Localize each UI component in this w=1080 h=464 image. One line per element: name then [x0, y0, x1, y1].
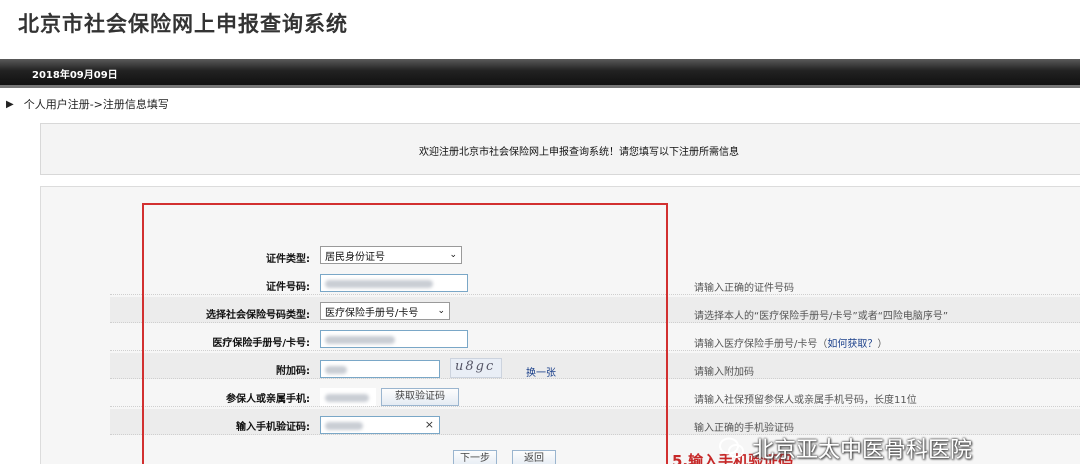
sms-code-label: 输入手机验证码: — [236, 422, 310, 433]
current-date: 2018年09月09日 — [32, 70, 118, 81]
watermark: 北京亚太中医骨科医院 — [718, 432, 972, 464]
captcha-label: 附加码: — [276, 366, 310, 377]
how-to-obtain-link[interactable]: 如何获取？ — [827, 339, 877, 350]
id-type-value: 居民身份证号 — [325, 251, 385, 263]
watermark-text: 北京亚太中医骨科医院 — [752, 438, 973, 463]
redacted-value — [325, 394, 369, 402]
chevron-down-icon: ⌄ — [449, 250, 457, 260]
close-icon[interactable]: × — [425, 418, 434, 431]
redacted-value — [325, 280, 433, 288]
id-type-label: 证件类型: — [266, 254, 310, 265]
welcome-box: 欢迎注册北京市社会保险网上申报查询系统！请您填写以下注册所需信息 — [40, 123, 1080, 175]
redacted-value — [325, 422, 363, 430]
insurance-type-label: 选择社会保险号码类型: — [206, 310, 310, 321]
breadcrumb-text: 个人用户注册->注册信息填写 — [23, 98, 169, 111]
medical-card-hint: 请输入医疗保险手册号/卡号（如何获取？） — [694, 339, 888, 350]
captcha-hint: 请输入附加码 — [694, 367, 754, 378]
wechat-icon — [719, 437, 744, 458]
back-button[interactable]: 返回 — [512, 450, 556, 464]
id-type-select[interactable]: 居民身份证号 ⌄ — [320, 246, 462, 264]
play-icon: ▶ — [6, 98, 14, 110]
insurance-type-hint: 请选择本人的“医疗保险手册号/卡号”或者“四险电脑序号” — [694, 311, 949, 322]
medical-card-input[interactable] — [320, 330, 468, 348]
welcome-message: 欢迎注册北京市社会保险网上申报查询系统！请您填写以下注册所需信息 — [419, 147, 739, 158]
redacted-value — [325, 366, 347, 374]
breadcrumb: ▶ 个人用户注册->注册信息填写 — [6, 96, 169, 112]
next-button[interactable]: 下一步 — [453, 450, 497, 464]
insurance-type-select[interactable]: 医疗保险手册号/卡号 ⌄ — [320, 302, 450, 320]
chevron-down-icon: ⌄ — [437, 306, 445, 316]
phone-input[interactable] — [320, 388, 376, 406]
refresh-captcha-link[interactable]: 换一张 — [526, 364, 556, 379]
insurance-type-value: 医疗保险手册号/卡号 — [325, 307, 419, 319]
captcha-image[interactable]: u8gc — [450, 358, 502, 378]
sms-code-input[interactable]: × — [320, 416, 440, 434]
redacted-value — [325, 336, 395, 344]
phone-label: 参保人或亲属手机: — [226, 394, 310, 405]
id-number-label: 证件号码: — [266, 282, 310, 293]
id-number-hint: 请输入正确的证件号码 — [694, 283, 794, 294]
get-code-button[interactable]: 获取验证码 — [381, 388, 459, 406]
captcha-input[interactable] — [320, 360, 440, 378]
phone-hint: 请输入社保预留参保人或亲属手机号码，长度11位 — [694, 395, 917, 406]
id-number-input[interactable] — [320, 274, 468, 292]
top-nav-bar: 2018年09月09日 — [0, 59, 1080, 88]
site-title: 北京市社会保险网上申报查询系统 — [18, 12, 348, 36]
medical-card-label: 医疗保险手册号/卡号: — [212, 338, 310, 349]
